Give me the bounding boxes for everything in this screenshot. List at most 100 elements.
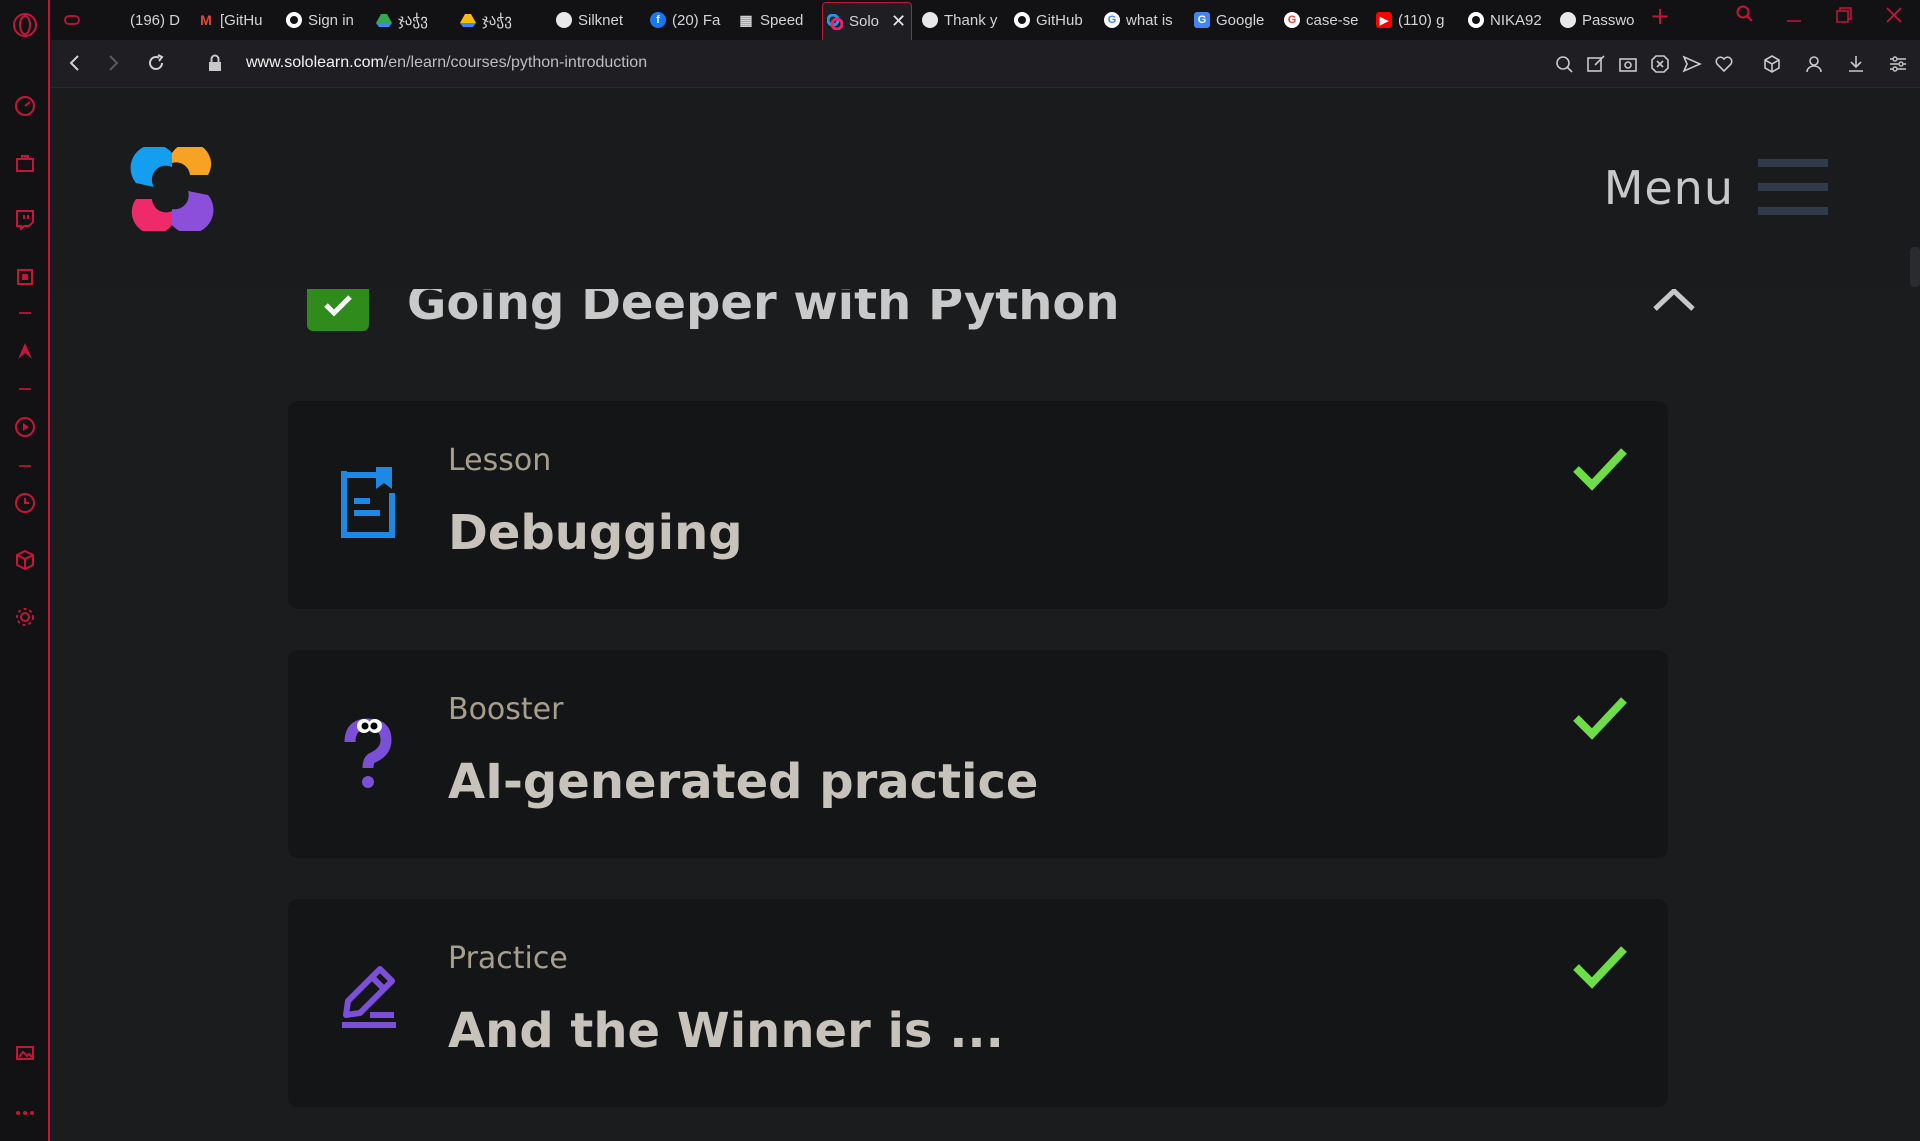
speed-dial-icon[interactable]: [12, 93, 38, 119]
document-bookmark-icon: [340, 467, 396, 543]
tab-gmail[interactable]: M [GitHu: [194, 4, 274, 36]
tab-drive-2[interactable]: ჯაჭვ: [456, 4, 536, 36]
easy-setup-icon[interactable]: [1888, 54, 1908, 78]
module-header[interactable]: Going Deeper with Python: [307, 275, 1707, 349]
url-field[interactable]: www.sololearn.com/en/learn/courses/pytho…: [246, 54, 647, 72]
tab-drive-1[interactable]: ჯაჭვ: [372, 4, 448, 36]
tab-label: GitHub: [1036, 11, 1083, 29]
item-kind-label: Booster: [448, 692, 564, 727]
history-icon[interactable]: [12, 490, 38, 516]
restore-icon[interactable]: [1836, 4, 1852, 28]
adblock-icon[interactable]: [1650, 54, 1670, 78]
new-tab-plus-icon[interactable]: +: [1650, 2, 1670, 30]
sidebar-divider: [19, 312, 31, 314]
chip-icon[interactable]: [12, 264, 38, 290]
tab-case-search[interactable]: G case-se: [1280, 4, 1360, 36]
tab-thank-you[interactable]: Thank y: [918, 4, 998, 36]
item-title: And the Winner is ...: [448, 1003, 1004, 1059]
extensions-cube-icon[interactable]: [1762, 54, 1782, 78]
cube-icon[interactable]: [12, 547, 38, 573]
profile-icon[interactable]: [1804, 54, 1824, 78]
question-mark-eyes-icon: [340, 716, 396, 792]
tab-label: case-se: [1306, 11, 1359, 29]
tab-youtube[interactable]: ▶ (110) g: [1372, 4, 1452, 36]
tab-google-search[interactable]: G what is: [1100, 4, 1180, 36]
youtube-icon: ▶: [1376, 12, 1392, 28]
grid-icon: ▦: [739, 11, 753, 28]
tab-google-translate[interactable]: G Google: [1190, 4, 1270, 36]
url-host: www.sololearn.com: [246, 54, 384, 71]
back-icon[interactable]: [68, 54, 82, 76]
opera-logo-icon[interactable]: [12, 12, 38, 38]
google-icon: G: [1104, 12, 1120, 28]
globe-icon: [922, 12, 938, 28]
globe-icon: [556, 12, 572, 28]
google-drive-icon: [460, 12, 476, 28]
tab-label: Speed: [760, 11, 804, 29]
lesson-card[interactable]: Lesson Debugging: [288, 401, 1668, 609]
zoom-icon[interactable]: [1554, 54, 1574, 78]
bag-icon[interactable]: [12, 150, 38, 176]
google-icon: G: [1284, 12, 1300, 28]
globe-icon: [1560, 12, 1576, 28]
tab-label: (196) D: [130, 11, 181, 29]
tab-speed[interactable]: ▦ Speed: [734, 4, 812, 36]
tab-label: NIKA92: [1490, 11, 1542, 29]
tab-label: Passwo: [1582, 11, 1635, 29]
item-title: AI-generated practice: [448, 754, 1039, 810]
tab-label: (110) g: [1398, 11, 1445, 29]
gmail-icon: M: [200, 12, 212, 28]
tab-label: [GitHu: [220, 11, 263, 29]
github-icon: [1014, 12, 1030, 28]
player-icon[interactable]: [12, 414, 38, 440]
aria-icon[interactable]: [12, 338, 38, 364]
completed-check-icon: [1570, 943, 1630, 993]
tab-discord[interactable]: (196) D: [126, 4, 204, 36]
tab-silknet[interactable]: Silknet: [552, 4, 632, 36]
item-kind-label: Practice: [448, 941, 568, 976]
edit-icon[interactable]: [1586, 54, 1606, 78]
camera-icon[interactable]: [1618, 54, 1638, 78]
minimize-icon[interactable]: [1786, 4, 1802, 28]
sidebar-divider: [19, 465, 31, 467]
facebook-icon: f: [650, 12, 666, 28]
page-content: Going Deeper with Python Menu Lesson Deb…: [52, 89, 1920, 1141]
completed-check-icon: [1570, 445, 1630, 495]
lock-icon[interactable]: [208, 54, 222, 76]
close-window-icon[interactable]: [1886, 4, 1902, 28]
tab-github[interactable]: GitHub: [1010, 4, 1090, 36]
tab-facebook[interactable]: f (20) Fa: [646, 4, 726, 36]
tab-password[interactable]: Passwo: [1556, 4, 1636, 36]
tab-gamepad[interactable]: [60, 4, 90, 36]
menu-label[interactable]: Menu: [1604, 161, 1734, 215]
page-scrollbar[interactable]: [1910, 247, 1920, 287]
booster-card[interactable]: Booster AI-generated practice: [288, 650, 1668, 858]
practice-card[interactable]: Practice And the Winner is ...: [288, 899, 1668, 1107]
hamburger-menu-icon[interactable]: [1758, 159, 1828, 219]
gallery-icon[interactable]: [12, 1040, 38, 1066]
github-icon: [1468, 12, 1484, 28]
send-icon[interactable]: [1682, 54, 1702, 78]
sololearn-logo[interactable]: [130, 142, 214, 235]
pencil-edit-icon: [340, 965, 396, 1041]
sololearn-icon: [827, 13, 843, 30]
heart-icon[interactable]: [1714, 54, 1734, 78]
tab-nika-github[interactable]: NIKA92: [1464, 4, 1546, 36]
reload-icon[interactable]: [146, 53, 166, 77]
url-path: /en/learn/courses/python-introduction: [383, 54, 648, 71]
search-tabs-icon[interactable]: [1736, 4, 1754, 28]
tab-github-signin[interactable]: Sign in: [282, 4, 364, 36]
site-header: Menu: [52, 89, 1920, 289]
settings-gear-icon[interactable]: [12, 604, 38, 630]
github-icon: [286, 12, 302, 28]
close-icon[interactable]: ✕: [891, 11, 906, 32]
twitch-icon[interactable]: [12, 206, 38, 232]
forward-icon[interactable]: [106, 54, 120, 76]
download-icon[interactable]: [1846, 54, 1866, 78]
address-bar: www.sololearn.com/en/learn/courses/pytho…: [50, 40, 1920, 88]
tab-sololearn-active[interactable]: Solo ✕: [822, 2, 912, 40]
tab-label: what is: [1126, 11, 1173, 29]
google-drive-icon: [376, 12, 392, 28]
more-dots-icon[interactable]: [12, 1100, 38, 1126]
browser-sidebar: [0, 0, 50, 1141]
